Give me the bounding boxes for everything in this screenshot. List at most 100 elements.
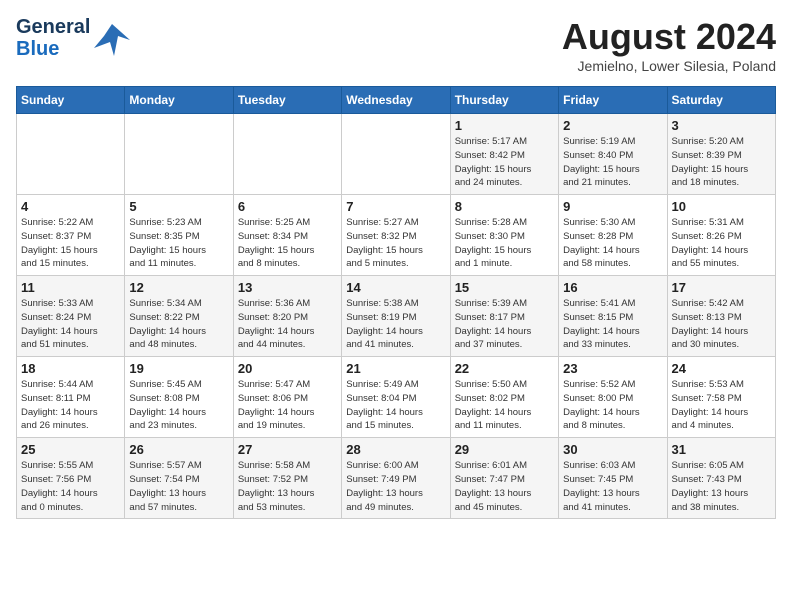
day-number: 24 — [672, 361, 771, 376]
header: General Blue August 2024 Jemielno, Lower… — [16, 16, 776, 74]
title-area: August 2024 Jemielno, Lower Silesia, Pol… — [562, 16, 776, 74]
day-info: Sunrise: 5:49 AM Sunset: 8:04 PM Dayligh… — [346, 378, 445, 433]
day-number: 8 — [455, 199, 554, 214]
calendar-table: SundayMondayTuesdayWednesdayThursdayFrid… — [16, 86, 776, 519]
calendar-week-4: 25 Sunrise: 5:55 AM Sunset: 7:56 PM Dayli… — [17, 438, 776, 519]
calendar-cell: 12 Sunrise: 5:34 AM Sunset: 8:22 PM Dayli… — [125, 276, 233, 357]
day-number: 30 — [563, 442, 662, 457]
day-info: Sunrise: 6:00 AM Sunset: 7:49 PM Dayligh… — [346, 459, 445, 514]
day-number: 7 — [346, 199, 445, 214]
calendar-week-1: 4 Sunrise: 5:22 AM Sunset: 8:37 PM Daylig… — [17, 195, 776, 276]
day-info: Sunrise: 5:34 AM Sunset: 8:22 PM Dayligh… — [129, 297, 228, 352]
logo-bird-icon — [94, 20, 130, 56]
day-info: Sunrise: 5:42 AM Sunset: 8:13 PM Dayligh… — [672, 297, 771, 352]
logo-general: General — [16, 16, 90, 38]
day-info: Sunrise: 5:41 AM Sunset: 8:15 PM Dayligh… — [563, 297, 662, 352]
calendar-cell: 22Sunrise: 5:50 AM Sunset: 8:02 PM Dayli… — [450, 357, 558, 438]
day-number: 19 — [129, 361, 228, 376]
day-info: Sunrise: 5:52 AM Sunset: 8:00 PM Dayligh… — [563, 378, 662, 433]
calendar-header: SundayMondayTuesdayWednesdayThursdayFrid… — [17, 87, 776, 114]
day-info: Sunrise: 5:28 AM Sunset: 8:30 PM Dayligh… — [455, 216, 554, 271]
logo-blue: Blue — [16, 38, 90, 60]
calendar-cell: 10 Sunrise: 5:31 AM Sunset: 8:26 PM Dayli… — [667, 195, 775, 276]
day-info: Sunrise: 5:17 AM Sunset: 8:42 PM Dayligh… — [455, 135, 554, 190]
weekday-header-tuesday: Tuesday — [233, 87, 341, 114]
calendar-cell: 7Sunrise: 5:27 AM Sunset: 8:32 PM Daylig… — [342, 195, 450, 276]
day-info: Sunrise: 5:58 AM Sunset: 7:52 PM Dayligh… — [238, 459, 337, 514]
day-number: 13 — [238, 280, 337, 295]
day-number: 10 — [672, 199, 771, 214]
calendar-cell — [342, 114, 450, 195]
day-info: Sunrise: 5:20 AM Sunset: 8:39 PM Dayligh… — [672, 135, 771, 190]
day-info: Sunrise: 6:01 AM Sunset: 7:47 PM Dayligh… — [455, 459, 554, 514]
calendar-cell: 11Sunrise: 5:33 AM Sunset: 8:24 PM Dayli… — [17, 276, 125, 357]
day-number: 11 — [21, 280, 120, 295]
calendar-cell: 21 Sunrise: 5:49 AM Sunset: 8:04 PM Dayli… — [342, 357, 450, 438]
day-info: Sunrise: 5:38 AM Sunset: 8:19 PM Dayligh… — [346, 297, 445, 352]
calendar-cell — [125, 114, 233, 195]
day-number: 5 — [129, 199, 228, 214]
calendar-cell: 30 Sunrise: 6:03 AM Sunset: 7:45 PM Dayli… — [559, 438, 667, 519]
day-number: 18 — [21, 361, 120, 376]
calendar-cell — [233, 114, 341, 195]
calendar-cell: 31Sunrise: 6:05 AM Sunset: 7:43 PM Dayli… — [667, 438, 775, 519]
day-number: 25 — [21, 442, 120, 457]
calendar-cell: 25 Sunrise: 5:55 AM Sunset: 7:56 PM Dayli… — [17, 438, 125, 519]
day-number: 23 — [563, 361, 662, 376]
day-number: 20 — [238, 361, 337, 376]
calendar-cell: 15Sunrise: 5:39 AM Sunset: 8:17 PM Dayli… — [450, 276, 558, 357]
day-info: Sunrise: 5:44 AM Sunset: 8:11 PM Dayligh… — [21, 378, 120, 433]
calendar-cell: 27Sunrise: 5:58 AM Sunset: 7:52 PM Dayli… — [233, 438, 341, 519]
calendar-cell: 18 Sunrise: 5:44 AM Sunset: 8:11 PM Dayli… — [17, 357, 125, 438]
day-info: Sunrise: 6:03 AM Sunset: 7:45 PM Dayligh… — [563, 459, 662, 514]
calendar-cell: 23 Sunrise: 5:52 AM Sunset: 8:00 PM Dayli… — [559, 357, 667, 438]
calendar-cell: 29 Sunrise: 6:01 AM Sunset: 7:47 PM Dayli… — [450, 438, 558, 519]
day-info: Sunrise: 5:47 AM Sunset: 8:06 PM Dayligh… — [238, 378, 337, 433]
calendar-cell: 13Sunrise: 5:36 AM Sunset: 8:20 PM Dayli… — [233, 276, 341, 357]
day-number: 3 — [672, 118, 771, 133]
day-info: Sunrise: 5:30 AM Sunset: 8:28 PM Dayligh… — [563, 216, 662, 271]
day-number: 29 — [455, 442, 554, 457]
calendar-cell: 9Sunrise: 5:30 AM Sunset: 8:28 PM Daylig… — [559, 195, 667, 276]
day-info: Sunrise: 5:19 AM Sunset: 8:40 PM Dayligh… — [563, 135, 662, 190]
calendar-cell: 1Sunrise: 5:17 AM Sunset: 8:42 PM Daylig… — [450, 114, 558, 195]
day-number: 2 — [563, 118, 662, 133]
weekday-header-monday: Monday — [125, 87, 233, 114]
day-number: 21 — [346, 361, 445, 376]
day-info: Sunrise: 5:31 AM Sunset: 8:26 PM Dayligh… — [672, 216, 771, 271]
calendar-cell: 4 Sunrise: 5:22 AM Sunset: 8:37 PM Daylig… — [17, 195, 125, 276]
logo: General Blue — [16, 16, 130, 60]
day-number: 4 — [21, 199, 120, 214]
day-number: 22 — [455, 361, 554, 376]
calendar-cell — [17, 114, 125, 195]
calendar-cell: 8 Sunrise: 5:28 AM Sunset: 8:30 PM Daylig… — [450, 195, 558, 276]
weekday-header-saturday: Saturday — [667, 87, 775, 114]
day-info: Sunrise: 5:53 AM Sunset: 7:58 PM Dayligh… — [672, 378, 771, 433]
weekday-header-thursday: Thursday — [450, 87, 558, 114]
calendar-cell: 16 Sunrise: 5:41 AM Sunset: 8:15 PM Dayli… — [559, 276, 667, 357]
calendar-cell: 5Sunrise: 5:23 AM Sunset: 8:35 PM Daylig… — [125, 195, 233, 276]
calendar-cell: 14Sunrise: 5:38 AM Sunset: 8:19 PM Dayli… — [342, 276, 450, 357]
day-info: Sunrise: 5:55 AM Sunset: 7:56 PM Dayligh… — [21, 459, 120, 514]
calendar-cell: 6 Sunrise: 5:25 AM Sunset: 8:34 PM Daylig… — [233, 195, 341, 276]
day-info: Sunrise: 5:25 AM Sunset: 8:34 PM Dayligh… — [238, 216, 337, 271]
weekday-header-row: SundayMondayTuesdayWednesdayThursdayFrid… — [17, 87, 776, 114]
location-subtitle: Jemielno, Lower Silesia, Poland — [562, 58, 776, 74]
day-number: 28 — [346, 442, 445, 457]
calendar-cell: 28 Sunrise: 6:00 AM Sunset: 7:49 PM Dayli… — [342, 438, 450, 519]
calendar-body: 1Sunrise: 5:17 AM Sunset: 8:42 PM Daylig… — [17, 114, 776, 519]
weekday-header-friday: Friday — [559, 87, 667, 114]
calendar-cell: 2 Sunrise: 5:19 AM Sunset: 8:40 PM Daylig… — [559, 114, 667, 195]
day-number: 6 — [238, 199, 337, 214]
weekday-header-wednesday: Wednesday — [342, 87, 450, 114]
day-number: 12 — [129, 280, 228, 295]
day-number: 31 — [672, 442, 771, 457]
day-info: Sunrise: 5:39 AM Sunset: 8:17 PM Dayligh… — [455, 297, 554, 352]
day-info: Sunrise: 5:45 AM Sunset: 8:08 PM Dayligh… — [129, 378, 228, 433]
calendar-cell: 26Sunrise: 5:57 AM Sunset: 7:54 PM Dayli… — [125, 438, 233, 519]
day-info: Sunrise: 5:22 AM Sunset: 8:37 PM Dayligh… — [21, 216, 120, 271]
calendar-cell: 20 Sunrise: 5:47 AM Sunset: 8:06 PM Dayli… — [233, 357, 341, 438]
day-info: Sunrise: 5:57 AM Sunset: 7:54 PM Dayligh… — [129, 459, 228, 514]
calendar-cell: 24 Sunrise: 5:53 AM Sunset: 7:58 PM Dayli… — [667, 357, 775, 438]
day-number: 16 — [563, 280, 662, 295]
